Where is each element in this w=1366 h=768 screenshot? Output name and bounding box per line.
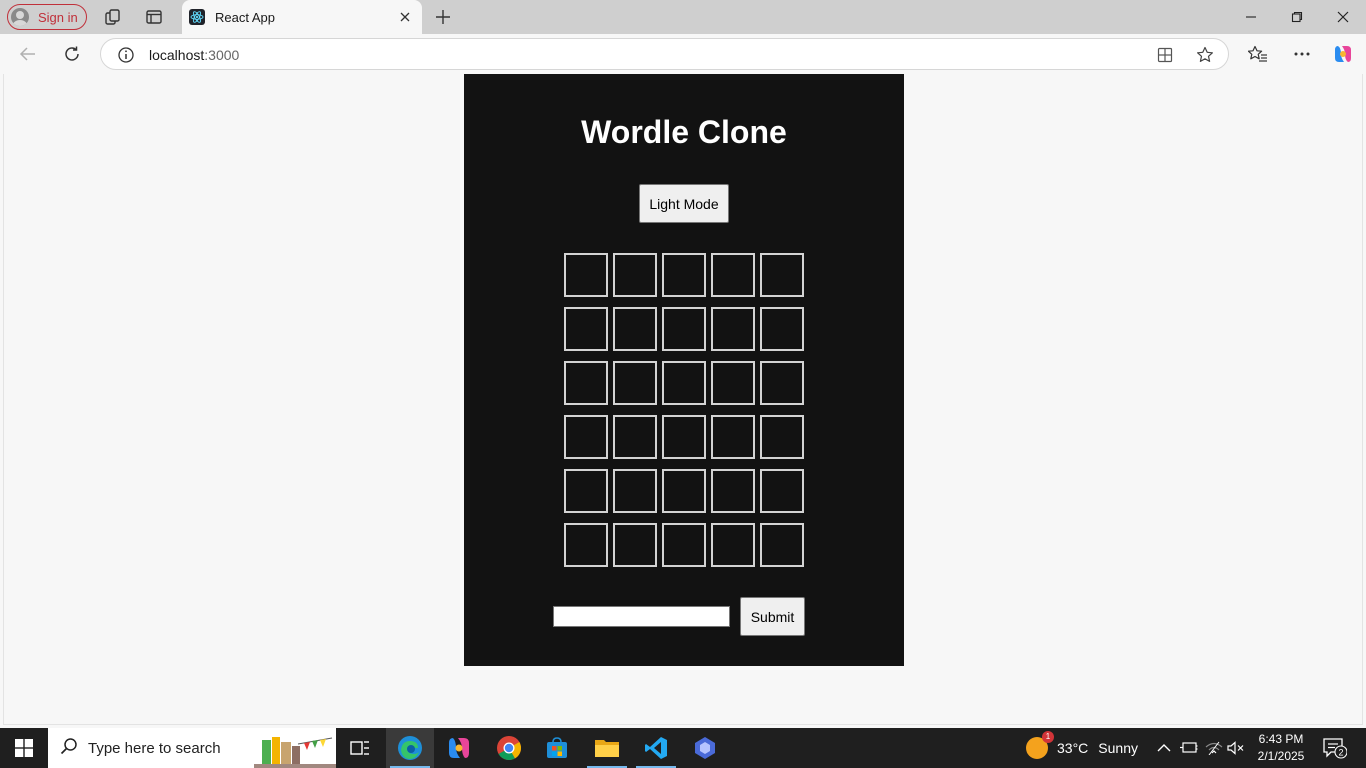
- letter-tile: [711, 523, 755, 567]
- letter-tile: [613, 523, 657, 567]
- workspaces-icon[interactable]: [103, 7, 123, 27]
- weather-badge: 1: [1042, 731, 1054, 743]
- edge-browser-icon[interactable]: [386, 728, 434, 768]
- light-mode-button[interactable]: Light Mode: [639, 184, 729, 223]
- refresh-icon[interactable]: [60, 42, 84, 66]
- url-port: :3000: [204, 47, 240, 63]
- guess-input[interactable]: [553, 606, 730, 627]
- letter-tile: [711, 253, 755, 297]
- close-tab-icon[interactable]: [396, 8, 414, 26]
- letter-tile: [711, 361, 755, 405]
- letter-tile: [760, 253, 804, 297]
- url-text[interactable]: localhost:3000: [149, 47, 239, 63]
- page-title: Wordle Clone: [581, 114, 787, 150]
- favorites-icon[interactable]: [1246, 42, 1270, 66]
- search-icon: [60, 737, 78, 759]
- letter-tile: [760, 361, 804, 405]
- letter-tile: [711, 415, 755, 459]
- sunny-weather-icon: 1: [1026, 731, 1054, 759]
- new-tab-icon[interactable]: [432, 6, 454, 28]
- letter-tile: [711, 307, 755, 351]
- sign-in-label: Sign in: [38, 9, 78, 25]
- browser-nav-bar: localhost:3000: [0, 34, 1366, 74]
- letter-tile: [564, 523, 608, 567]
- restore-icon[interactable]: [1274, 4, 1320, 30]
- tab-actions-icon[interactable]: [144, 7, 164, 27]
- weather-temperature: 33°C: [1057, 740, 1089, 756]
- file-explorer-icon[interactable]: [583, 728, 631, 768]
- letter-tile: [564, 361, 608, 405]
- system-clock[interactable]: 6:43 PM 2/1/2025: [1252, 731, 1310, 765]
- windows-start-icon[interactable]: [0, 728, 48, 768]
- letter-tile: [662, 361, 706, 405]
- copilot-app-icon[interactable]: [435, 728, 483, 768]
- app-available-icon[interactable]: [1155, 45, 1175, 65]
- letter-tile: [613, 253, 657, 297]
- more-options-icon[interactable]: [1290, 42, 1314, 66]
- letter-tile: [662, 253, 706, 297]
- profile-avatar-icon: [11, 8, 29, 26]
- letter-tile: [662, 415, 706, 459]
- taskbar-search-box[interactable]: Type here to search: [48, 728, 336, 768]
- letter-tile: [662, 523, 706, 567]
- chrome-icon[interactable]: [485, 728, 533, 768]
- letter-tile: [662, 307, 706, 351]
- minimize-icon[interactable]: [1228, 4, 1274, 30]
- vscode-icon[interactable]: [632, 728, 680, 768]
- microsoft-store-icon[interactable]: [533, 728, 581, 768]
- letter-tile: [564, 469, 608, 513]
- letter-tile: [711, 469, 755, 513]
- notifications-icon[interactable]: 2: [1322, 736, 1348, 760]
- back-arrow-icon[interactable]: [16, 42, 40, 66]
- letter-tile: [760, 523, 804, 567]
- search-placeholder: Type here to search: [88, 739, 221, 757]
- windows-taskbar: Type here to search 1 33°C Sunny 6:43 PM…: [0, 728, 1366, 768]
- volume-muted-icon[interactable]: [1226, 738, 1246, 758]
- letter-grid: [564, 253, 804, 567]
- letter-tile: [613, 361, 657, 405]
- tab-title: React App: [215, 9, 275, 25]
- clock-time: 6:43 PM: [1258, 732, 1304, 746]
- letter-tile: [564, 307, 608, 351]
- letter-tile: [613, 469, 657, 513]
- notification-count: 2: [1338, 748, 1343, 758]
- letter-tile: [613, 415, 657, 459]
- address-bar[interactable]: localhost:3000: [100, 38, 1229, 70]
- wifi-icon[interactable]: [1204, 738, 1224, 758]
- weather-widget[interactable]: 1 33°C Sunny: [1026, 728, 1138, 768]
- tab-react-app[interactable]: React App: [182, 0, 422, 34]
- favorite-star-icon[interactable]: [1195, 45, 1215, 65]
- page-viewport: Wordle Clone Light Mode Submit: [3, 74, 1363, 725]
- browser-tab-bar: Sign in React App: [0, 0, 1366, 34]
- react-logo-icon: [189, 9, 205, 25]
- close-window-icon[interactable]: [1320, 4, 1366, 30]
- letter-tile: [613, 307, 657, 351]
- clock-date: 2/1/2025: [1257, 749, 1305, 763]
- url-host: localhost: [149, 47, 205, 63]
- letter-tile: [760, 307, 804, 351]
- battery-plug-icon[interactable]: [1179, 738, 1199, 758]
- chevron-up-icon[interactable]: [1154, 738, 1174, 758]
- letter-tile: [564, 253, 608, 297]
- sign-in-button[interactable]: Sign in: [7, 4, 87, 30]
- task-view-icon[interactable]: [336, 728, 384, 768]
- power-automate-icon[interactable]: [681, 728, 729, 768]
- letter-tile: [760, 469, 804, 513]
- search-highlight-books-icon: [254, 728, 336, 768]
- copilot-icon[interactable]: [1331, 42, 1355, 66]
- site-info-icon[interactable]: [117, 46, 135, 64]
- submit-button[interactable]: Submit: [740, 597, 805, 636]
- letter-tile: [662, 469, 706, 513]
- weather-condition: Sunny: [1098, 740, 1138, 756]
- letter-tile: [564, 415, 608, 459]
- letter-tile: [760, 415, 804, 459]
- wordle-app-container: Wordle Clone Light Mode Submit: [464, 74, 904, 666]
